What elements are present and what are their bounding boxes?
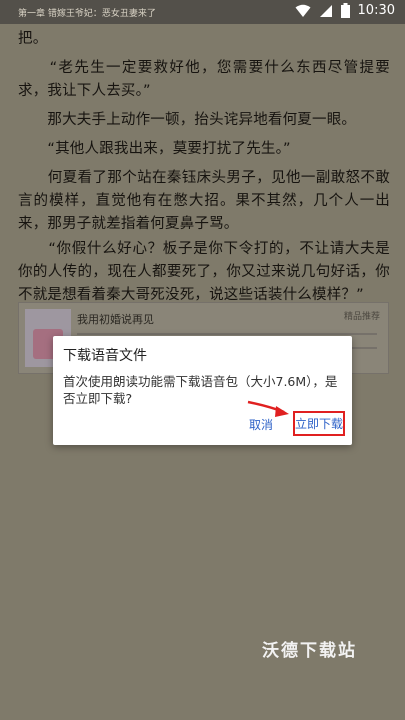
ad-tag: 精品推荐 xyxy=(343,312,380,322)
status-bar: 第一章 错嫁王爷妃：恶女丑妻来了 10:30 xyxy=(0,0,405,24)
paragraph: “你假什么好心？板子是你下令打的，不让请大夫是你的人传的，现在人都要死了，你又过… xyxy=(18,241,390,303)
paragraph: 那大夫手上动作一顿，抬头诧异地看何夏一眼。 xyxy=(18,112,357,128)
wifi-icon xyxy=(295,4,311,17)
ad-title: 我用初婚说再见 xyxy=(77,313,154,326)
paragraph: “老先生一定要救好他，您需要什么东西尽管提要求，我让下人去买。” xyxy=(18,60,390,99)
watermark: 沃德下载站 xyxy=(262,641,357,661)
download-now-button[interactable]: 立即下载 xyxy=(293,411,345,436)
paragraph: “其他人跟我出来，莫要打扰了先生。” xyxy=(18,141,291,157)
clock: 10:30 xyxy=(357,3,395,18)
paragraph: 把。 xyxy=(18,31,48,47)
annotation-arrow-icon xyxy=(247,400,289,417)
status-icons: 10:30 xyxy=(295,3,395,18)
dialog-message: 首次使用朗读功能需下载语音包（大小7.6M），是否立即下载? xyxy=(63,374,338,406)
paragraph: 何夏看了那个站在秦钰床头男子，见他一副敢怒不敢言的模样，直觉他有在憋大招。果不其… xyxy=(18,170,390,232)
dialog-title: 下载语音文件 xyxy=(63,348,147,364)
signal-icon xyxy=(319,4,332,17)
battery-icon xyxy=(340,3,350,18)
ad-text-line xyxy=(77,333,377,335)
chapter-title: 第一章 错嫁王爷妃：恶女丑妻来了 xyxy=(18,9,156,19)
download-voice-dialog: 下载语音文件 首次使用朗读功能需下载语音包（大小7.6M），是否立即下载? 取消… xyxy=(53,336,352,445)
